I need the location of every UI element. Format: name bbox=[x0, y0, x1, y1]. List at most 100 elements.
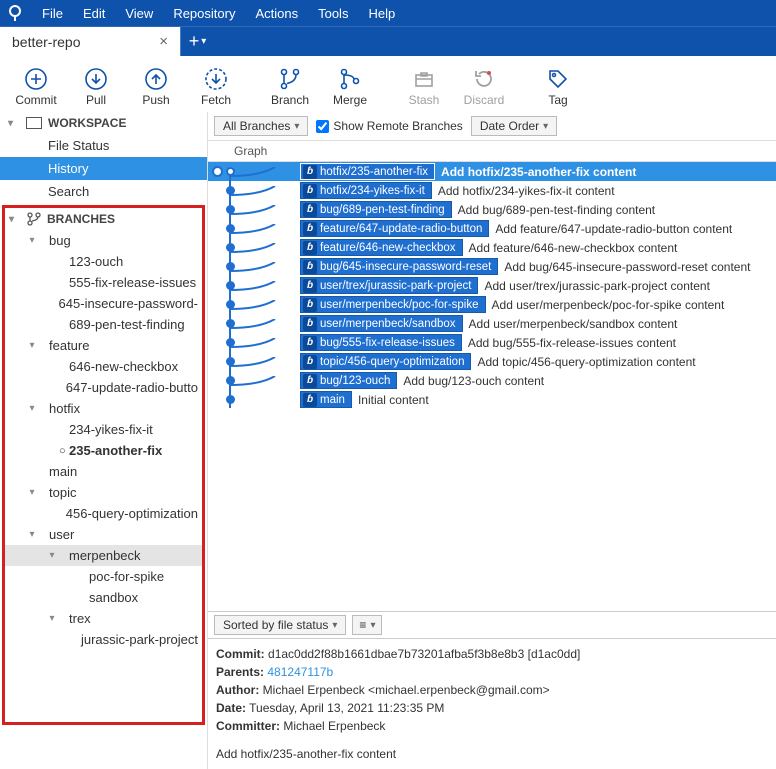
branch-label: jurassic-park-project bbox=[81, 632, 198, 647]
branch-badge[interactable]: ɓfeature/646-new-checkbox bbox=[300, 239, 463, 256]
branch-tree-item[interactable]: ▾feature bbox=[5, 335, 202, 356]
tab-title: better-repo bbox=[12, 34, 80, 50]
commit-message: Add bug/689-pen-test-finding content bbox=[458, 203, 655, 217]
commit-row[interactable]: ɓbug/555-fix-release-issuesAdd bug/555-f… bbox=[208, 333, 776, 352]
branch-badge[interactable]: ɓbug/123-ouch bbox=[300, 372, 397, 389]
branch-badge[interactable]: ɓtopic/456-query-optimization bbox=[300, 353, 471, 370]
branch-badge[interactable]: ɓhotfix/235-another-fix bbox=[300, 163, 435, 180]
app-logo-icon bbox=[4, 2, 26, 24]
new-tab-button[interactable]: + ▾ bbox=[180, 27, 214, 56]
branch-tree-item[interactable]: 647-update-radio-butto bbox=[5, 377, 202, 398]
branch-badge[interactable]: ɓhotfix/234-yikes-fix-it bbox=[300, 182, 432, 199]
show-remote-checkbox[interactable]: Show Remote Branches bbox=[316, 119, 462, 133]
push-button[interactable]: Push bbox=[126, 60, 186, 112]
order-dropdown[interactable]: Date Order ▾ bbox=[471, 116, 557, 136]
branch-tree-item[interactable]: ○235-another-fix bbox=[5, 440, 202, 461]
menu-file[interactable]: File bbox=[32, 3, 73, 24]
branch-filter-dropdown[interactable]: All Branches ▾ bbox=[214, 116, 308, 136]
branch-badge[interactable]: ɓmain bbox=[300, 391, 352, 408]
commit-row[interactable]: ɓtopic/456-query-optimizationAdd topic/4… bbox=[208, 352, 776, 371]
menu-view[interactable]: View bbox=[115, 3, 163, 24]
close-icon[interactable]: × bbox=[159, 33, 168, 50]
branch-label: 456-query-optimization bbox=[66, 506, 198, 521]
commit-button[interactable]: Commit bbox=[6, 60, 66, 112]
repo-tab[interactable]: better-repo × bbox=[0, 27, 180, 56]
menu-edit[interactable]: Edit bbox=[73, 3, 115, 24]
graph-connector bbox=[230, 205, 280, 224]
branch-tree-item[interactable]: 689-pen-test-finding bbox=[5, 314, 202, 335]
fetch-label: Fetch bbox=[201, 93, 231, 107]
commit-row[interactable]: ɓhotfix/234-yikes-fix-it Add hotfix/234-y… bbox=[208, 181, 776, 200]
plus-icon: + bbox=[189, 31, 200, 52]
commit-row[interactable]: ɓfeature/647-update-radio-buttonAdd feat… bbox=[208, 219, 776, 238]
graph-connector bbox=[230, 319, 280, 338]
commit-message: Add bug/645-insecure-password-reset cont… bbox=[504, 260, 750, 274]
branch-filter-label: All Branches bbox=[223, 119, 290, 133]
branch-tree-item[interactable]: 456-query-optimization bbox=[5, 503, 202, 524]
commit-row[interactable]: ɓbug/645-insecure-password-reset Add bug/… bbox=[208, 257, 776, 276]
tab-bar: better-repo × + ▾ bbox=[0, 26, 776, 56]
merge-button[interactable]: Merge bbox=[320, 60, 380, 112]
branch-tree-item[interactable]: jurassic-park-project bbox=[5, 629, 202, 650]
branch-tree-item[interactable]: ▾bug bbox=[5, 230, 202, 251]
branch-badge[interactable]: ɓbug/689-pen-test-finding bbox=[300, 201, 452, 218]
workspace-item-file-status[interactable]: File Status bbox=[0, 134, 207, 157]
branch-tree-item[interactable]: ▾merpenbeck bbox=[5, 545, 202, 566]
commit-row[interactable]: ɓhotfix/235-another-fixAdd hotfix/235-an… bbox=[208, 162, 776, 181]
menu-repository[interactable]: Repository bbox=[163, 3, 245, 24]
branch-badge[interactable]: ɓbug/645-insecure-password-reset bbox=[300, 258, 498, 275]
branch-tree-item[interactable]: 646-new-checkbox bbox=[5, 356, 202, 377]
menu-tools[interactable]: Tools bbox=[308, 3, 358, 24]
branches-section-header[interactable]: ▾ BRANCHES bbox=[5, 208, 202, 230]
pull-button[interactable]: Pull bbox=[66, 60, 126, 112]
commit-row[interactable]: ɓmain Initial content bbox=[208, 390, 776, 409]
branch-tree-item[interactable]: 123-ouch bbox=[5, 251, 202, 272]
tag-button[interactable]: Tag bbox=[528, 60, 588, 112]
branch-label: trex bbox=[69, 611, 91, 626]
commit-message: Initial content bbox=[358, 393, 429, 407]
menu-help[interactable]: Help bbox=[358, 3, 405, 24]
graph-connector bbox=[230, 224, 280, 243]
show-remote-checkbox-input[interactable] bbox=[316, 120, 329, 133]
branch-tree-item[interactable]: sandbox bbox=[5, 587, 202, 608]
chevron-icon: ▾ bbox=[25, 235, 39, 246]
commit-row[interactable]: ɓfeature/646-new-checkboxAdd feature/646… bbox=[208, 238, 776, 257]
branch-badge[interactable]: ɓuser/merpenbeck/poc-for-spike bbox=[300, 296, 486, 313]
author-value: Michael Erpenbeck <michael.erpenbeck@gma… bbox=[263, 683, 550, 697]
fetch-button[interactable]: Fetch bbox=[186, 60, 246, 112]
branch-badge-label: feature/646-new-checkbox bbox=[320, 242, 456, 254]
branch-icon bbox=[27, 212, 41, 226]
commit-row[interactable]: ɓuser/merpenbeck/poc-for-spikeAdd user/m… bbox=[208, 295, 776, 314]
branch-tree-item[interactable]: poc-for-spike bbox=[5, 566, 202, 587]
branch-button[interactable]: Branch bbox=[260, 60, 320, 112]
branch-tree-item[interactable]: ▾user bbox=[5, 524, 202, 545]
view-mode-dropdown[interactable]: ≡ ▾ bbox=[352, 615, 382, 635]
branch-badge[interactable]: ɓuser/merpenbeck/sandbox bbox=[300, 315, 463, 332]
branch-tree-item[interactable]: main bbox=[5, 461, 202, 482]
branch-tree-item[interactable]: 555-fix-release-issues bbox=[5, 272, 202, 293]
branch-tree-item[interactable]: 234-yikes-fix-it bbox=[5, 419, 202, 440]
branch-badge[interactable]: ɓfeature/647-update-radio-button bbox=[300, 220, 489, 237]
commit-message: Add hotfix/234-yikes-fix-it content bbox=[438, 184, 615, 198]
menu-actions[interactable]: Actions bbox=[245, 3, 308, 24]
branch-tree-item[interactable]: ▾trex bbox=[5, 608, 202, 629]
sort-dropdown[interactable]: Sorted by file status ▾ bbox=[214, 615, 346, 635]
branch-badge-icon: ɓ bbox=[303, 317, 317, 331]
workspace-section-header[interactable]: ▾ WORKSPACE bbox=[0, 112, 207, 134]
commit-row[interactable]: ɓuser/trex/jurassic-park-projectAdd user… bbox=[208, 276, 776, 295]
branch-badge-icon: ɓ bbox=[303, 336, 317, 350]
branch-tree-item[interactable]: ▾topic bbox=[5, 482, 202, 503]
branch-badge[interactable]: ɓuser/trex/jurassic-park-project bbox=[300, 277, 478, 294]
branch-badge[interactable]: ɓbug/555-fix-release-issues bbox=[300, 334, 462, 351]
merge-icon bbox=[337, 66, 363, 92]
commit-row[interactable]: ɓbug/689-pen-test-finding Add bug/689-pen… bbox=[208, 200, 776, 219]
workspace-item-history[interactable]: History bbox=[0, 157, 207, 180]
content-area: All Branches ▾ Show Remote Branches Date… bbox=[208, 112, 776, 769]
branch-tree-item[interactable]: 645-insecure-password- bbox=[5, 293, 202, 314]
branch-tree-item[interactable]: ▾hotfix bbox=[5, 398, 202, 419]
commit-graph[interactable]: ɓhotfix/235-another-fixAdd hotfix/235-an… bbox=[208, 162, 776, 611]
commit-row[interactable]: ɓbug/123-ouchAdd bug/123-ouch content bbox=[208, 371, 776, 390]
parent-link[interactable]: 481247117b bbox=[267, 665, 333, 679]
commit-row[interactable]: ɓuser/merpenbeck/sandboxAdd user/merpenb… bbox=[208, 314, 776, 333]
workspace-item-search[interactable]: Search bbox=[0, 180, 207, 203]
